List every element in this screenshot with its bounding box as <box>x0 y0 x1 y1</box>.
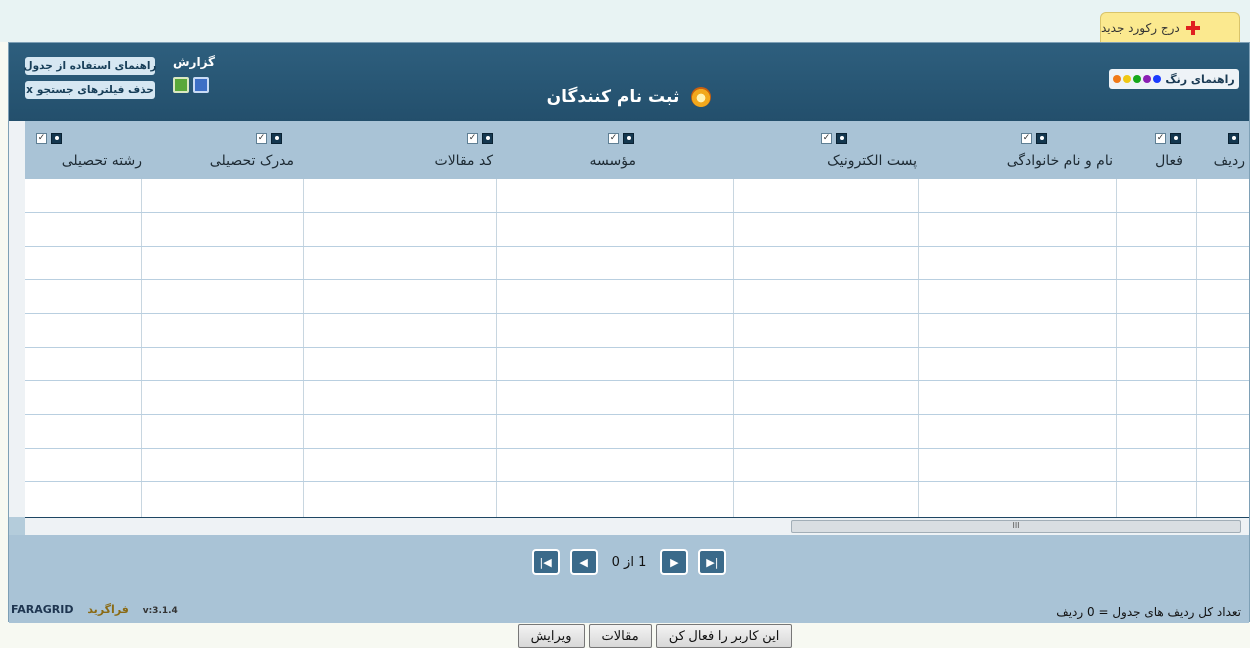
column-header-full-name[interactable]: ✓ نام و نام خانوادگی <box>919 121 1117 179</box>
faragrid-logo: FARAGRID فراگرید v:3.1.4 <box>11 603 178 616</box>
page-info: 1 از 0 <box>611 554 647 570</box>
edit-button[interactable]: ویرایش <box>517 624 585 648</box>
checkbox-icon[interactable]: ✓ <box>821 133 832 144</box>
total-rows: تعداد کل ردیف های جدول = 0 ردیف <box>1056 605 1241 619</box>
data-table-body <box>25 179 1249 517</box>
color-dot-yellow-icon <box>1123 75 1132 83</box>
table-row <box>25 481 1249 482</box>
report-label: گزارش <box>173 55 216 69</box>
activate-user-button[interactable]: این کاربر را فعال کن <box>655 624 793 648</box>
table-row <box>25 414 1249 415</box>
search-icon[interactable] <box>482 133 493 144</box>
column-divider <box>496 179 497 517</box>
checkbox-icon[interactable]: ✓ <box>256 133 267 144</box>
column-label: پست الکترونیک <box>827 153 917 169</box>
search-icon[interactable] <box>51 133 62 144</box>
grid-header: راهنمای استفاده از جدول حذف فیلترهای جست… <box>9 43 1249 121</box>
color-dot-green-icon <box>1133 75 1142 83</box>
brand-fa: فراگرید <box>87 603 129 616</box>
action-bar: این کاربر را فعال کن مقالات ویرایش <box>0 624 1250 648</box>
column-header-email[interactable]: ✓ پست الکترونیک <box>734 121 919 179</box>
checkbox-icon[interactable]: ✓ <box>1155 133 1166 144</box>
column-divider <box>1116 179 1117 517</box>
color-guide-label: راهنمای رنگ <box>1165 72 1235 86</box>
column-header-institute[interactable]: ✓ مؤسسه <box>497 121 734 179</box>
column-label: کد مقالات <box>434 153 493 169</box>
horizontal-scrollbar[interactable]: III <box>25 517 1249 535</box>
new-record-button[interactable]: درج رکورد جدید <box>1100 12 1240 42</box>
color-dot-blue-icon <box>1153 75 1162 83</box>
table-help-button[interactable]: راهنمای استفاده از جدول <box>24 57 157 75</box>
search-icon[interactable] <box>1170 133 1181 144</box>
top-bar: درج رکورد جدید <box>0 0 1250 42</box>
table-row <box>25 212 1249 213</box>
grid-title: ثبت نام کنندگان <box>9 87 1249 107</box>
plus-icon <box>1185 20 1200 35</box>
column-label: مؤسسه <box>589 153 636 169</box>
checkbox-icon[interactable]: ✓ <box>36 133 47 144</box>
search-icon[interactable] <box>271 133 282 144</box>
column-label: فعال <box>1155 153 1183 169</box>
version-label: v:3.1.4 <box>142 606 178 616</box>
column-divider <box>733 179 734 517</box>
page-title: ثبت نام کنندگان <box>546 87 680 107</box>
checkbox-icon[interactable]: ✓ <box>608 133 619 144</box>
vertical-scrollbar[interactable] <box>9 121 25 517</box>
pager: |◀ ◀ 1 از 0 ▶ ▶| <box>9 549 1249 575</box>
color-guide-button[interactable]: راهنمای رنگ <box>1109 69 1239 89</box>
search-icon[interactable] <box>1036 133 1047 144</box>
column-label: رشته تحصیلی <box>61 153 142 169</box>
column-header-row-number[interactable]: ردیف <box>1197 121 1249 179</box>
table-row <box>25 347 1249 348</box>
search-icon[interactable] <box>836 133 847 144</box>
next-page-button[interactable]: ▶ <box>660 549 689 575</box>
scroll-thumb[interactable]: III <box>791 520 1241 533</box>
column-divider <box>141 179 142 517</box>
color-dot-orange-icon <box>1113 75 1122 83</box>
column-header-article-code[interactable]: ✓ کد مقالات <box>304 121 497 179</box>
checkbox-icon[interactable]: ✓ <box>1021 133 1032 144</box>
column-divider <box>918 179 919 517</box>
column-label: ردیف <box>1213 153 1245 169</box>
table-row <box>25 279 1249 280</box>
search-icon[interactable] <box>623 133 634 144</box>
column-label: مدرک تحصیلی <box>209 153 294 169</box>
search-icon[interactable] <box>1228 133 1239 144</box>
new-record-label: درج رکورد جدید <box>1101 20 1180 35</box>
brand-en: FARAGRID <box>11 603 74 616</box>
articles-button[interactable]: مقالات <box>588 624 652 648</box>
table-row <box>25 380 1249 381</box>
color-dot-purple-icon <box>1143 75 1152 83</box>
color-dots <box>1113 75 1162 83</box>
prev-page-button[interactable]: ◀ <box>569 549 598 575</box>
column-header-field-of-study[interactable]: ✓ رشته تحصیلی <box>25 121 142 179</box>
first-page-button[interactable]: |◀ <box>531 549 560 575</box>
flame-logo-icon <box>691 87 712 107</box>
checkbox-icon[interactable]: ✓ <box>467 133 478 144</box>
table-row <box>25 448 1249 449</box>
column-header-active[interactable]: ✓ فعال <box>1117 121 1197 179</box>
grid-footer: |◀ ◀ 1 از 0 ▶ ▶| تعداد کل ردیف های جدول … <box>9 535 1249 623</box>
column-divider <box>303 179 304 517</box>
last-page-button[interactable]: ▶| <box>698 549 727 575</box>
column-label: نام و نام خانوادگی <box>1006 153 1113 169</box>
column-headers: ردیف ✓ فعال ✓ نام و نام خانوادگی ✓ پست ا… <box>25 121 1249 179</box>
data-grid: راهنمای استفاده از جدول حذف فیلترهای جست… <box>8 42 1250 623</box>
column-header-degree[interactable]: ✓ مدرک تحصیلی <box>142 121 304 179</box>
table-row <box>25 246 1249 247</box>
table-row <box>25 313 1249 314</box>
column-divider <box>1196 179 1197 517</box>
